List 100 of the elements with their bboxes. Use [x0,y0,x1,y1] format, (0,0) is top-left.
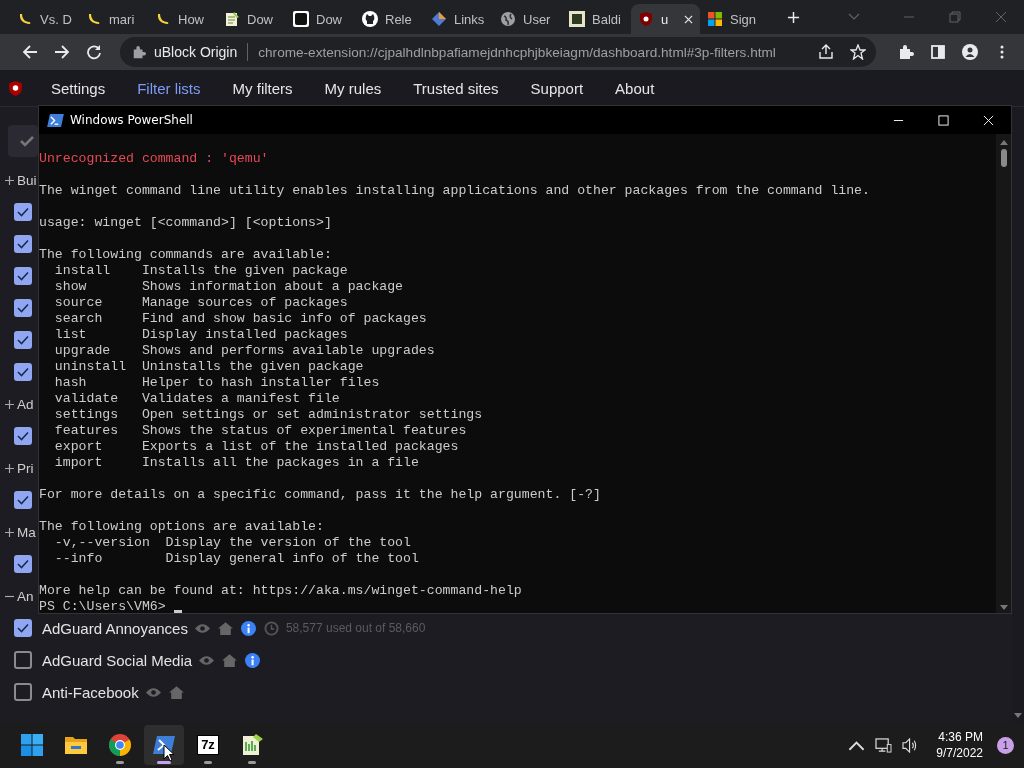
plus-icon[interactable] [5,399,14,409]
home-icon[interactable] [216,620,234,636]
back-arrow-icon[interactable] [22,44,38,60]
console-line: upgrade Shows and performs available upgrades [53,343,436,359]
apply-button[interactable] [8,125,38,157]
scroll-up-icon[interactable] [999,140,1008,145]
chevron-down-icon[interactable] [848,13,860,21]
reload-icon[interactable] [86,44,102,60]
clock-button[interactable]: 4:36 PM 9/7/2022 [936,729,983,761]
checkbox[interactable] [14,235,32,253]
globe-icon [500,11,516,27]
info-icon[interactable] [244,652,262,668]
scroll-down-icon[interactable] [999,605,1008,610]
console-line: --info Display general info of the tool [53,551,420,567]
browser-tab[interactable]: How [148,4,217,34]
filter-list-name: AdGuard Annoyances [42,619,188,637]
console-line: settings Open settings or set administrator settings [53,407,484,423]
scroll-down-icon[interactable] [1014,713,1022,718]
scrollbar[interactable] [996,134,1011,613]
chrome-icon [108,733,132,757]
checkbox[interactable] [14,651,32,669]
section-title: Ad [17,396,34,412]
browser-tab[interactable]: mari [79,4,148,34]
nav-tab[interactable]: My filters [232,79,293,97]
checkbox[interactable] [14,363,32,381]
address-bar[interactable]: uBlock Origin chrome-extension://cjpalhdlnbpafiamejdnhcphjbkeiagm/dashboard.html#3p-filters.html [120,37,876,67]
console-line: The following options are available: [39,519,325,535]
checkbox[interactable] [14,203,32,221]
browser-tab[interactable]: User [493,4,562,34]
github-icon [362,11,378,27]
taskbar-app[interactable]: 7z [188,725,228,765]
scrollbar-thumb[interactable] [1000,149,1007,167]
nav-tab[interactable]: Settings [51,79,106,97]
browser-tab[interactable]: Rele [355,4,424,34]
nav-tab[interactable]: Trusted sites [413,79,499,97]
browser-tab[interactable]: Vs. D [10,4,79,34]
check-icon [17,239,29,249]
nav-tab[interactable]: Filter lists [137,79,201,97]
browser-tab[interactable]: Baldi [562,4,631,34]
share-icon[interactable] [818,44,834,60]
section-title: Ma [17,524,36,540]
browser-tab[interactable]: Dow [217,4,286,34]
console-line: For more details on a specific command, pass it the help argument. [-?] [39,487,602,503]
console-line: import Installs all the packages in a file [53,455,420,471]
console-line: -v,--version Display the version of the tool [53,535,412,551]
command-prompt: PS C:\Users\VM6> [39,599,166,613]
diamond-icon [431,11,447,27]
console-line: More help can be found at: https://aka.ms/winget-command-help [39,583,523,599]
console-line: hash Helper to hash installer files [53,375,381,391]
puzzle-icon[interactable] [898,44,914,60]
plus-icon[interactable] [5,527,14,537]
info-icon[interactable] [239,620,257,636]
picture-icon [569,11,585,27]
checkbox[interactable] [14,619,32,637]
nav-tab[interactable]: About [615,79,655,97]
checkbox[interactable] [14,331,32,349]
section-title: Bui [17,172,37,188]
nav-tab[interactable]: Support [530,79,584,97]
checkbox[interactable] [14,267,32,285]
console-line: The following commands are available: [39,247,333,263]
checkbox[interactable] [14,491,32,509]
sidebar-icon[interactable] [930,44,946,60]
console-line: usage: winget [<command>] [<options>] [39,215,333,231]
taskbar-app[interactable] [144,725,184,765]
check-icon [17,431,29,441]
checkbox[interactable] [14,555,32,573]
maximize-icon[interactable] [938,114,949,126]
text-cursor [173,610,182,613]
browser-tab[interactable]: Dow [286,4,355,34]
home-icon[interactable] [167,684,185,700]
clock-icon [262,620,280,636]
puzzle-icon [132,45,146,59]
checkbox[interactable] [14,683,32,701]
clock-date: 9/7/2022 [936,745,983,761]
browser-tab[interactable]: Sign [700,4,769,34]
forward-arrow-icon[interactable] [54,44,70,60]
notification-badge[interactable]: 1 [997,736,1014,754]
section-title: An [17,588,34,604]
browser-tab[interactable]: Links [424,4,493,34]
section-title: Pri [17,460,34,476]
window-title: Windows PowerShell [70,113,193,127]
shield-icon [638,11,654,27]
check-icon [17,271,29,281]
checkbox[interactable] [14,299,32,317]
plus-icon[interactable] [5,175,14,185]
plus-icon[interactable] [5,463,14,473]
nav-tab[interactable]: My rules [324,79,382,97]
console-line: list Display installed packages [53,327,349,343]
checkbox[interactable] [14,427,32,445]
banana-icon [17,11,33,27]
console-line: uninstall Uninstalls the given package [53,359,365,375]
network-icon[interactable] [875,737,893,753]
dot-logo-icon [293,11,309,27]
profile-icon[interactable] [962,44,978,60]
home-icon[interactable] [221,652,239,668]
browser-tab[interactable]: u [631,4,700,34]
star-icon[interactable] [850,44,866,60]
check-icon [17,207,29,217]
shield-logo-icon [7,79,24,97]
check-icon [17,367,29,377]
